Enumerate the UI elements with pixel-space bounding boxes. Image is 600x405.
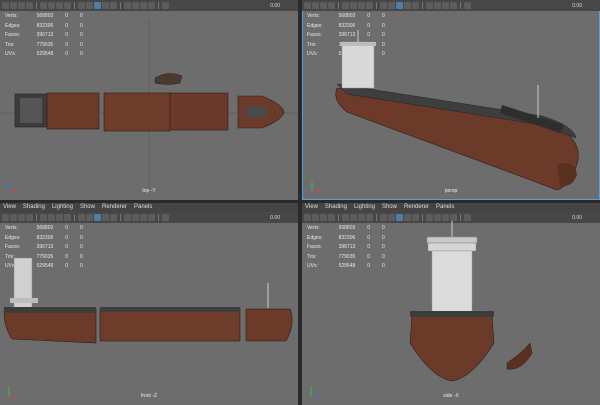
camera-label: side -X	[443, 393, 459, 399]
viewport-front[interactable]: View Shading Lighting Show Renderer Pane…	[0, 203, 298, 405]
viewport-persp[interactable]: 0.00 Verts: 568803 0 0 Edges: 832306 0 0 Faces…	[302, 0, 600, 200]
ship-part-hull-section	[103, 92, 171, 132]
ship-part-deck	[410, 311, 494, 317]
viewport-side[interactable]: View Shading Lighting Show Renderer Pane…	[302, 203, 600, 405]
viewport-grid: 0.00 Verts: 568803 0 0 Edges: 832306 0 0 Faces…	[0, 0, 600, 405]
ship-part-bridge-wing	[340, 42, 376, 46]
ship-part-deck	[4, 307, 96, 313]
ship-part-hull	[409, 315, 495, 382]
ship-part-lifeboat	[154, 73, 183, 85]
camera-label: persp	[444, 188, 458, 194]
ship-part-superstructure	[341, 41, 375, 89]
ship-part-debris	[506, 342, 533, 370]
ship-part-bow	[245, 308, 293, 342]
ship-part-superstructure	[431, 250, 473, 317]
camera-label: top -Y	[142, 188, 156, 194]
viewport-top[interactable]: 0.00 Verts: 568803 0 0 Edges: 832306 0 0 Faces…	[0, 0, 298, 200]
ship-side-view	[409, 221, 533, 382]
ship-top-view	[0, 20, 298, 190]
ship-part-hull-section	[46, 92, 100, 130]
ship-part-hull-section	[3, 308, 97, 344]
ship-part-superstructure	[20, 98, 42, 123]
viewport-divider-horizontal[interactable]	[0, 200, 600, 203]
ship-part-bridge-wing	[10, 298, 38, 303]
ship-part-bridge	[427, 242, 477, 252]
ship-part-hull-section	[99, 308, 241, 342]
ship-perspective-view	[335, 30, 579, 191]
ship-front-view	[3, 257, 293, 344]
camera-label: front -Z	[140, 393, 158, 399]
ship-part-deck	[100, 307, 240, 312]
ship-part-bridge-top	[426, 236, 478, 244]
ship-part-hull-section	[169, 92, 229, 131]
